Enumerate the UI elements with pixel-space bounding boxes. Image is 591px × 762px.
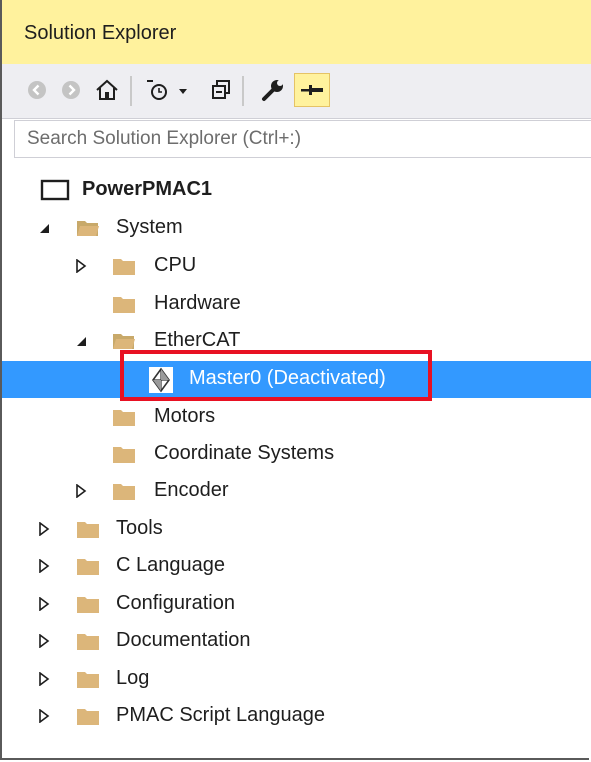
- folder-icon: [77, 672, 99, 688]
- tree-root[interactable]: PowerPMAC1: [2, 172, 591, 209]
- tree-item-hardware[interactable]: Hardware: [2, 286, 591, 323]
- folder-icon: [77, 559, 99, 575]
- collapsed-triangle-icon[interactable]: [37, 707, 51, 725]
- folder-icon: [77, 522, 99, 538]
- collapse-all-button[interactable]: [204, 74, 238, 106]
- tree-item-encoder[interactable]: Encoder: [2, 473, 591, 510]
- tree-item-ethercat[interactable]: EtherCAT: [2, 323, 591, 360]
- collapsed-triangle-icon[interactable]: [74, 482, 88, 500]
- collapsed-triangle-icon[interactable]: [37, 632, 51, 650]
- solution-icon: [40, 179, 70, 201]
- pin-button[interactable]: [294, 73, 330, 107]
- search-input[interactable]: [15, 121, 591, 157]
- folder-icon: [77, 709, 99, 725]
- collapsed-triangle-icon[interactable]: [74, 257, 88, 275]
- tree-item-c-language[interactable]: C Language: [2, 548, 591, 585]
- back-arrow-icon: [28, 81, 46, 99]
- tree-item-label: Coordinate Systems: [154, 442, 335, 464]
- tree-item-label: Motors: [154, 405, 216, 427]
- tree-item-tools[interactable]: Tools: [2, 511, 591, 548]
- history-clock-icon: [147, 80, 187, 100]
- back-button[interactable]: [20, 74, 54, 106]
- collapsed-triangle-icon[interactable]: [37, 520, 51, 538]
- toolbar-separator: [130, 76, 132, 106]
- toolbar: [2, 64, 591, 119]
- forward-arrow-icon: [62, 81, 80, 99]
- folder-icon: [77, 634, 99, 650]
- tree-item-label: Documentation: [116, 629, 251, 651]
- tree-item-label: Log: [116, 667, 150, 689]
- tree-item-label: Configuration: [116, 592, 235, 614]
- pin-icon: [301, 85, 323, 95]
- forward-button[interactable]: [54, 74, 88, 106]
- folder-icon: [113, 410, 135, 426]
- tree-item-label: EtherCAT: [154, 329, 241, 351]
- tree-item-label: PMAC Script Language: [116, 704, 326, 726]
- tree-item-configuration[interactable]: Configuration: [2, 586, 591, 623]
- tree-item-master0[interactable]: Master0 (Deactivated): [2, 361, 591, 398]
- tree-item-label: System: [116, 216, 183, 238]
- tree-item-coordinate-systems[interactable]: Coordinate Systems: [2, 436, 591, 473]
- tree-item-pmac-script-language[interactable]: PMAC Script Language: [2, 698, 591, 735]
- wrench-icon: [262, 80, 283, 101]
- open-folder-icon: [113, 334, 135, 349]
- tree-item-label: Master0 (Deactivated): [189, 367, 386, 389]
- tree-item-label: CPU: [154, 254, 197, 276]
- folder-icon: [113, 297, 135, 313]
- collapse-all-icon: [212, 80, 230, 99]
- collapsed-triangle-icon[interactable]: [37, 557, 51, 575]
- tree-item-system[interactable]: System: [2, 210, 591, 247]
- expanded-triangle-icon[interactable]: [74, 332, 88, 350]
- tree-item-motors[interactable]: Motors: [2, 399, 591, 436]
- open-folder-icon: [77, 221, 99, 236]
- tree-root-label: PowerPMAC1: [82, 178, 213, 200]
- tree-item-label: Encoder: [154, 479, 229, 501]
- folder-icon: [113, 259, 135, 275]
- properties-button[interactable]: [256, 74, 290, 106]
- tree-item-label: C Language: [116, 554, 225, 576]
- home-button[interactable]: [90, 74, 124, 106]
- tree-item-label: Hardware: [154, 292, 241, 314]
- collapsed-triangle-icon[interactable]: [37, 595, 51, 613]
- search-box[interactable]: [14, 120, 591, 158]
- folder-icon: [113, 484, 135, 500]
- panel-title: Solution Explorer: [24, 22, 177, 44]
- tree-item-label: Tools: [116, 517, 163, 539]
- tree-item-cpu[interactable]: CPU: [2, 248, 591, 285]
- tree-item-log[interactable]: Log: [2, 661, 591, 698]
- expanded-triangle-icon[interactable]: [37, 219, 51, 237]
- tree-item-documentation[interactable]: Documentation: [2, 623, 591, 660]
- collapsed-triangle-icon[interactable]: [37, 670, 51, 688]
- ethercat-master-icon: [149, 367, 173, 393]
- folder-icon: [113, 447, 135, 463]
- home-icon: [96, 79, 118, 100]
- toolbar-separator: [242, 76, 244, 106]
- pending-changes-filter-button[interactable]: [140, 74, 196, 106]
- panel-title-bar[interactable]: Solution Explorer: [2, 0, 591, 64]
- folder-icon: [77, 597, 99, 613]
